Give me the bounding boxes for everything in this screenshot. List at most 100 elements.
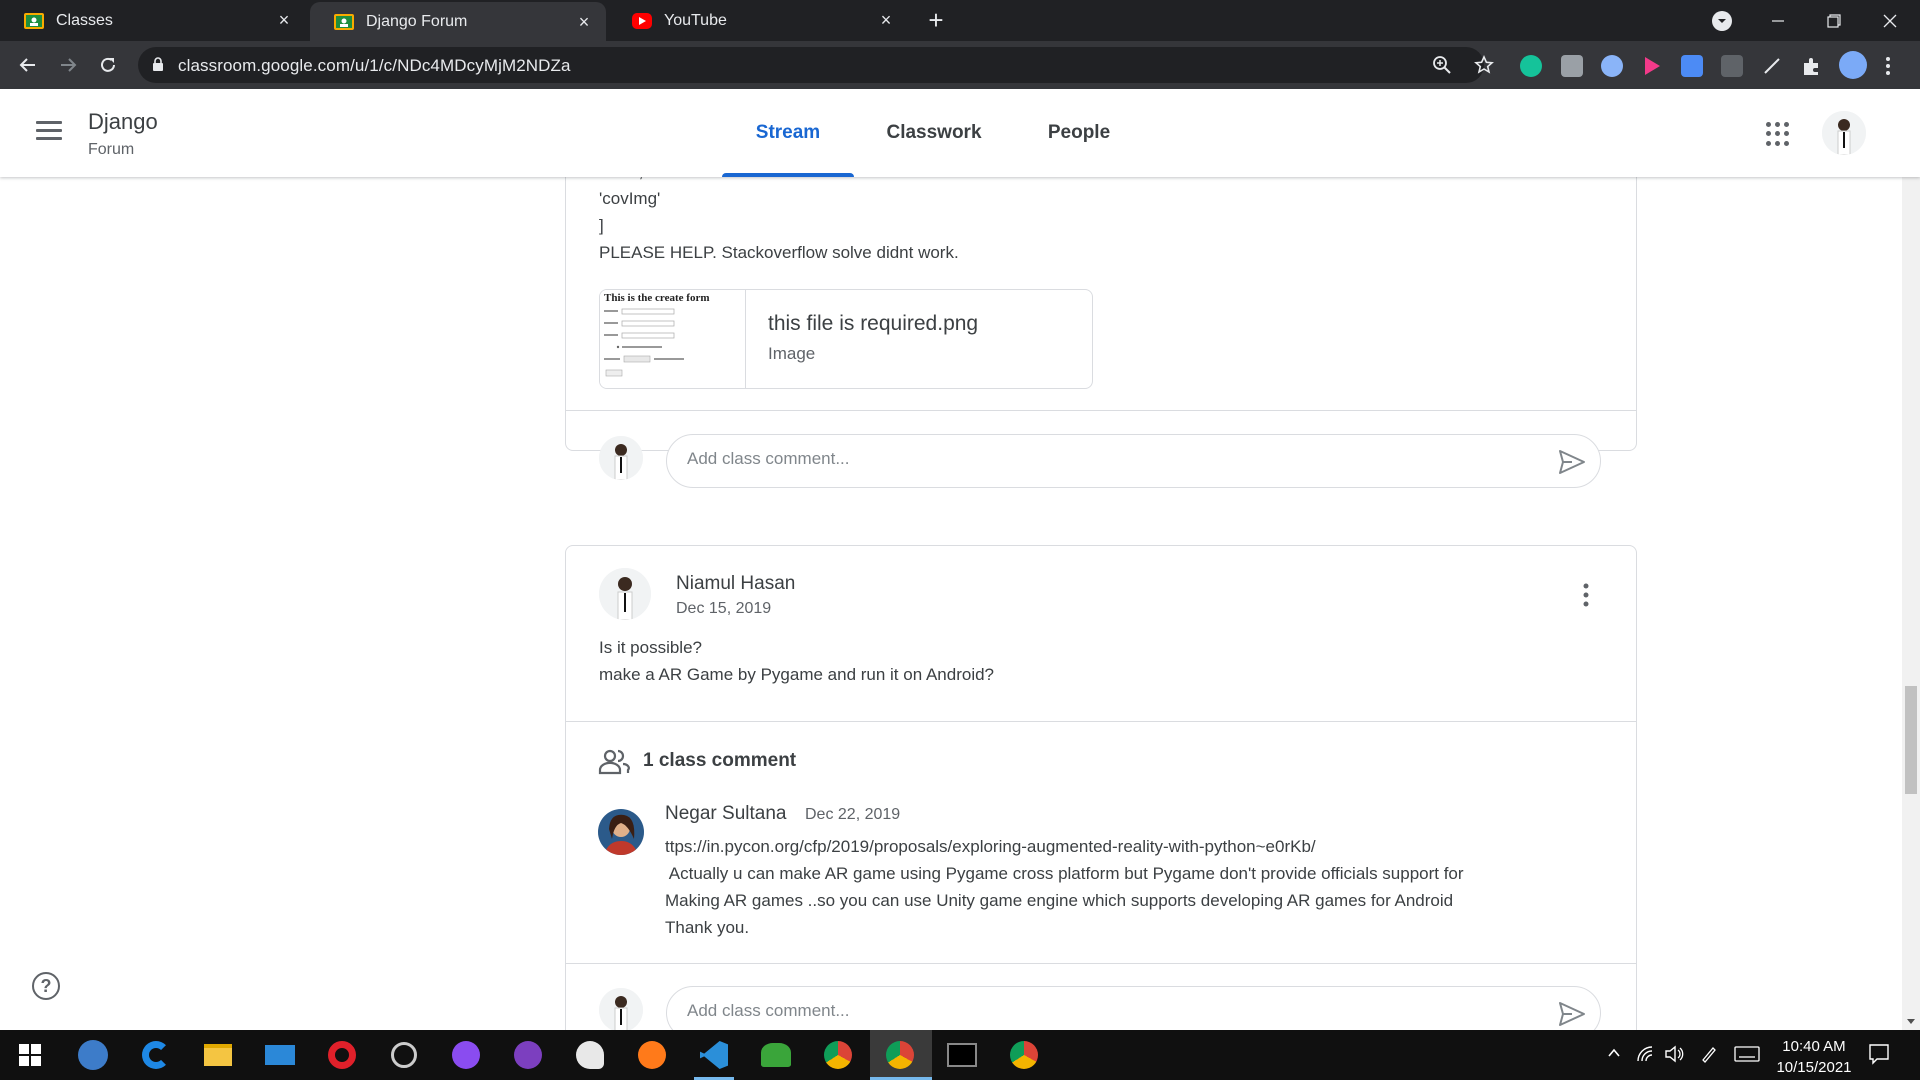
tab-classes[interactable]: Classes × xyxy=(0,0,306,41)
scrollbar-thumb[interactable] xyxy=(1905,686,1917,794)
comment-input[interactable] xyxy=(687,449,1487,469)
sketch-tool-icon[interactable] xyxy=(388,1039,420,1071)
file-explorer-icon[interactable] xyxy=(202,1039,234,1071)
card-divider xyxy=(566,410,1636,411)
page-scrollbar[interactable] xyxy=(1902,89,1920,1030)
vscode-icon[interactable] xyxy=(698,1039,730,1071)
class-name[interactable]: Django xyxy=(88,109,158,135)
comment-date: Dec 22, 2019 xyxy=(805,806,901,823)
close-tab-icon[interactable]: × xyxy=(276,11,292,29)
play-extension-icon[interactable] xyxy=(1641,55,1663,77)
github-icon[interactable] xyxy=(512,1039,544,1071)
send-icon[interactable] xyxy=(1558,1001,1586,1027)
comment-text-line: Thank you. xyxy=(665,918,750,937)
volume-icon[interactable] xyxy=(1664,1045,1684,1068)
account-avatar[interactable] xyxy=(1822,111,1866,155)
post-body-line: Is it possible? xyxy=(599,638,702,657)
windows-taskbar: 10:40 AM 10/15/2021 xyxy=(0,1030,1920,1080)
attachment-name[interactable]: this file is required.png xyxy=(768,312,978,336)
zoom-icon[interactable] xyxy=(1432,55,1452,75)
close-window-button[interactable] xyxy=(1862,0,1918,41)
minimize-button[interactable] xyxy=(1750,0,1806,41)
tab-youtube[interactable]: YouTube × xyxy=(608,0,908,41)
paint-icon[interactable] xyxy=(574,1039,606,1071)
tab-classwork[interactable]: Classwork xyxy=(868,89,1000,177)
pen-extension-icon[interactable] xyxy=(1761,55,1783,77)
comment-input[interactable] xyxy=(687,1001,1487,1021)
bookmark-star-icon[interactable] xyxy=(1474,55,1494,75)
edge-icon[interactable] xyxy=(140,1039,172,1071)
address-bar[interactable]: classroom.google.com/u/1/c/NDc4MDcyMjM2N… xyxy=(138,47,1494,83)
url-text[interactable]: classroom.google.com/u/1/c/NDc4MDcyMjM2N… xyxy=(178,56,571,76)
comment-text-line: Actually u can make AR game using Pygame… xyxy=(665,864,1464,883)
user-avatar xyxy=(599,988,643,1030)
more-options-icon[interactable] xyxy=(1577,581,1595,609)
thumbnail-caption: This is the create form xyxy=(604,292,710,304)
post-author[interactable]: Niamul Hasan xyxy=(676,573,795,595)
card-divider xyxy=(566,963,1636,964)
attachment-type: Image xyxy=(768,344,816,363)
class-section: Forum xyxy=(88,141,135,158)
forward-button[interactable] xyxy=(54,51,82,79)
reload-button[interactable] xyxy=(94,51,122,79)
classroom-favicon-icon xyxy=(24,12,44,29)
help-icon[interactable]: ? xyxy=(32,972,60,1000)
restore-button[interactable] xyxy=(1806,0,1862,41)
comment-author[interactable]: Negar Sultana xyxy=(665,803,786,825)
chevron-down-icon[interactable] xyxy=(1712,11,1732,31)
terminal-icon[interactable] xyxy=(946,1039,978,1071)
browser-tab-strip: Classes × Django Forum × YouTube × + xyxy=(0,0,1920,41)
more-menu-icon[interactable] xyxy=(1884,55,1892,77)
post-body-line: ] xyxy=(599,216,604,235)
messenger-icon[interactable] xyxy=(450,1039,482,1071)
commenter-avatar xyxy=(598,809,644,855)
tab-title: Classes xyxy=(56,11,113,29)
tab-people[interactable]: People xyxy=(1014,89,1144,177)
pen-workspace-icon[interactable] xyxy=(1700,1045,1718,1068)
system-clock[interactable]: 10:40 AM 10/15/2021 xyxy=(1772,1036,1856,1078)
download-extension-icon[interactable] xyxy=(1681,55,1703,77)
user-avatar xyxy=(599,436,643,480)
camera-extension-icon[interactable] xyxy=(1561,55,1583,77)
post-body-line: 'covImg' xyxy=(599,189,661,208)
tray-expand-chevron-icon[interactable] xyxy=(1606,1045,1622,1066)
extension-icon[interactable] xyxy=(1601,55,1623,77)
grammarly-extension-icon[interactable] xyxy=(1520,55,1542,77)
tab-django-forum[interactable]: Django Forum × xyxy=(310,2,606,41)
mail-icon[interactable] xyxy=(264,1039,296,1071)
network-icon[interactable] xyxy=(1636,1045,1654,1068)
google-apps-icon[interactable] xyxy=(1766,122,1790,146)
back-button[interactable] xyxy=(14,51,42,79)
tab-stream[interactable]: Stream xyxy=(722,89,854,177)
windows-start-icon[interactable] xyxy=(14,1039,46,1071)
browser-toolbar: classroom.google.com/u/1/c/NDc4MDcyMjM2N… xyxy=(0,41,1920,89)
chrome-icon[interactable] xyxy=(884,1039,916,1071)
class-comment-field[interactable] xyxy=(666,986,1601,1030)
clock-date: 10/15/2021 xyxy=(1776,1059,1852,1076)
new-tab-button[interactable]: + xyxy=(922,6,950,34)
puzzle-extensions-icon[interactable] xyxy=(1801,55,1823,77)
profile-avatar[interactable] xyxy=(1839,51,1867,79)
send-icon[interactable] xyxy=(1558,449,1586,475)
tab-title: YouTube xyxy=(664,11,727,29)
touch-keyboard-icon[interactable] xyxy=(1734,1045,1760,1068)
class-comments-toggle[interactable]: 1 class comment xyxy=(643,750,796,772)
qbittorrent-icon[interactable] xyxy=(77,1039,109,1071)
class-comment-field[interactable] xyxy=(666,434,1601,488)
firefox-icon[interactable] xyxy=(636,1039,668,1071)
comment-text-line: ttps://in.pycon.org/cfp/2019/proposals/e… xyxy=(665,837,1316,856)
close-tab-icon[interactable]: × xyxy=(576,13,592,31)
scroll-down-arrow-icon[interactable] xyxy=(1907,1019,1915,1024)
lock-icon[interactable] xyxy=(152,57,164,77)
attachment-card[interactable]: This is the create form this file is req… xyxy=(599,289,1093,389)
opera-icon[interactable] xyxy=(326,1039,358,1071)
notifications-icon[interactable] xyxy=(1868,1043,1890,1070)
chrome-canary-icon[interactable] xyxy=(1008,1039,1040,1071)
main-menu-icon[interactable] xyxy=(36,121,62,141)
close-tab-icon[interactable]: × xyxy=(878,11,894,29)
chrome-icon[interactable] xyxy=(822,1039,854,1071)
clock-time: 10:40 AM xyxy=(1782,1038,1846,1055)
landscape-app-icon[interactable] xyxy=(760,1039,792,1071)
tab-title: Django Forum xyxy=(366,12,468,30)
extension-icon[interactable] xyxy=(1721,55,1743,77)
